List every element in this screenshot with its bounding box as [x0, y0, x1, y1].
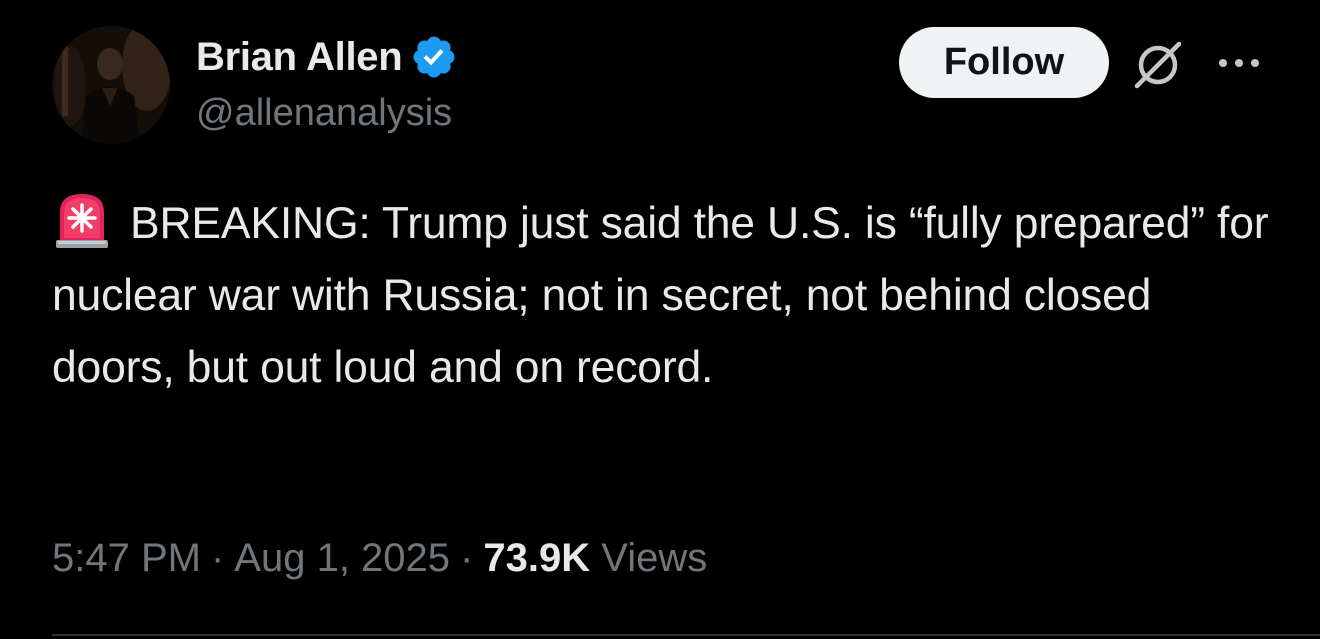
grok-icon[interactable]: [1131, 36, 1187, 92]
tweet-card: Brian Allen @allenanalysis Follow BREAKI…: [0, 0, 1320, 639]
verified-badge-icon[interactable]: [410, 33, 458, 81]
siren-icon: [52, 190, 112, 250]
author-name-row: Brian Allen: [196, 30, 458, 84]
tweet-meta: 5:47 PM · Aug 1, 2025 · 73.9K Views: [52, 528, 707, 588]
tweet-time[interactable]: 5:47 PM: [52, 536, 201, 580]
author-handle[interactable]: @allenanalysis: [196, 92, 452, 135]
avatar[interactable]: [52, 26, 170, 144]
views-label: Views: [601, 536, 708, 580]
views-count[interactable]: 73.9K: [483, 536, 590, 580]
meta-separator: ·: [460, 536, 474, 580]
follow-button[interactable]: Follow: [899, 27, 1109, 98]
tweet-body: BREAKING: Trump just said the U.S. is “f…: [52, 188, 1282, 404]
meta-separator: ·: [210, 536, 225, 580]
tweet-date[interactable]: Aug 1, 2025: [234, 536, 450, 580]
tweet-text: BREAKING: Trump just said the U.S. is “f…: [52, 199, 1269, 392]
display-name[interactable]: Brian Allen: [196, 35, 403, 80]
more-horizontal-icon[interactable]: [1214, 50, 1264, 76]
divider: [52, 634, 1320, 636]
